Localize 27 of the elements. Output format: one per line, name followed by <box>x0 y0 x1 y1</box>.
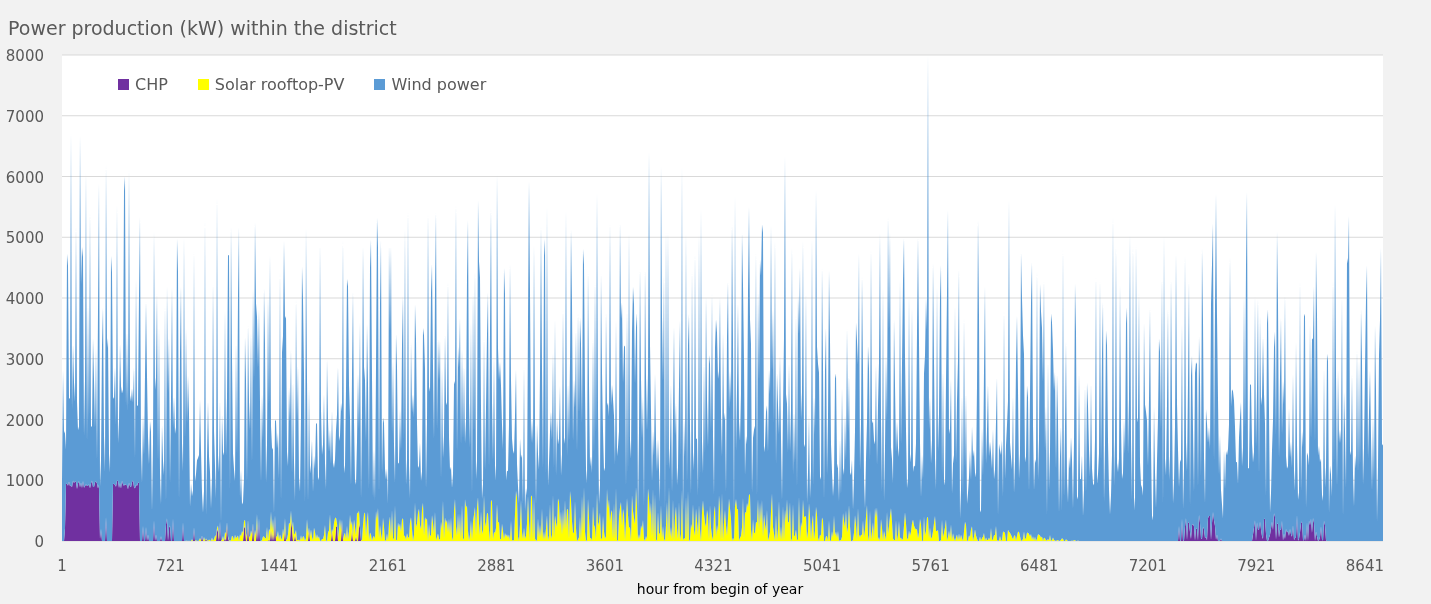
y-tick-label: 0 <box>34 533 44 551</box>
y-tick-label: 4000 <box>5 290 44 308</box>
x-tick-label: 7201 <box>1128 557 1167 575</box>
y-tick-label: 5000 <box>5 229 44 248</box>
y-tick-label: 1000 <box>5 472 44 491</box>
y-tick-label: 8000 <box>5 47 44 65</box>
legend-label: Wind power <box>391 75 487 94</box>
x-tick-label: 3601 <box>585 557 624 575</box>
chart-title: Power production (kW) within the district <box>8 17 397 39</box>
x-tick-label: 1 <box>57 557 67 575</box>
legend-label: Solar rooftop-PV <box>214 75 345 94</box>
y-tick-label: 7000 <box>5 107 44 126</box>
x-tick-label: 4321 <box>694 557 733 575</box>
y-tick-label: 6000 <box>5 168 44 187</box>
x-tick-label: 2161 <box>368 557 407 575</box>
x-tick-label: 5041 <box>802 557 842 575</box>
x-tick-label: 5761 <box>911 557 950 575</box>
x-tick-label: 1441 <box>260 557 299 575</box>
legend-label: CHP <box>135 75 168 94</box>
x-axis-title: hour from begin of year <box>636 581 804 597</box>
x-tick-label: 721 <box>156 557 185 575</box>
x-tick-label: 8641 <box>1345 557 1384 575</box>
x-tick-label: 2881 <box>477 557 516 575</box>
x-tick-label: 6481 <box>1020 557 1059 575</box>
x-tick-label: 7921 <box>1237 557 1276 575</box>
y-tick-label: 3000 <box>5 350 44 369</box>
y-tick-label: 2000 <box>5 411 44 430</box>
